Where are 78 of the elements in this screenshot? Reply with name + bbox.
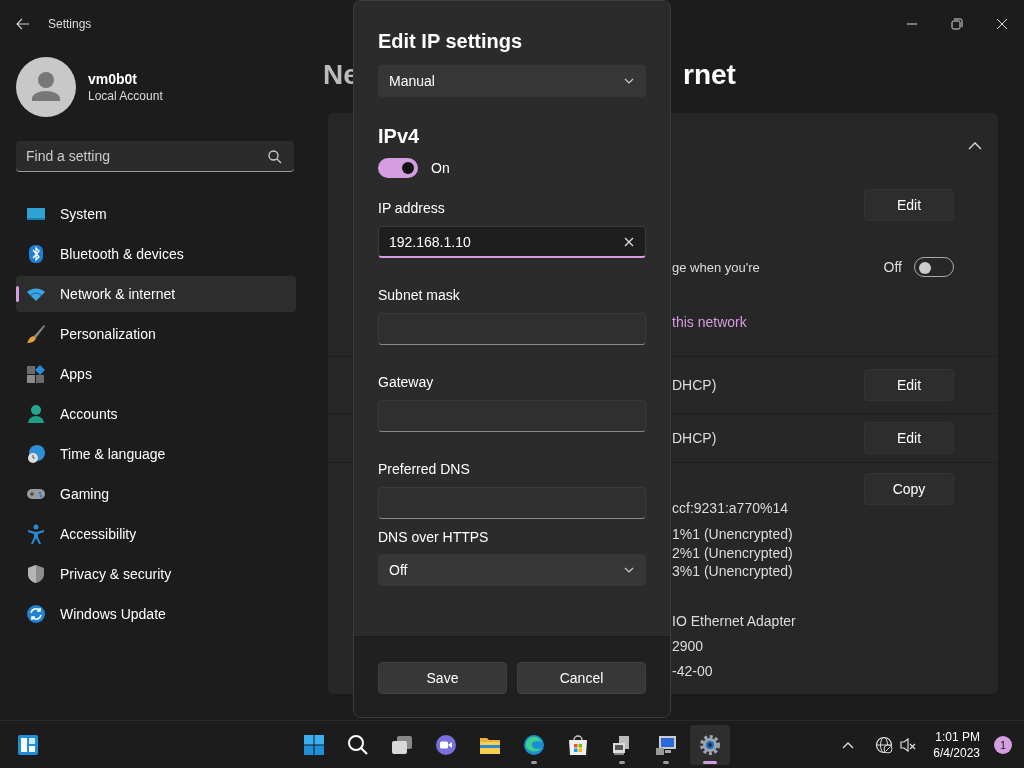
sidebar-item[interactable]: Accessibility <box>16 516 296 552</box>
toggle-switch[interactable] <box>378 158 418 178</box>
video-chat-icon <box>434 732 458 757</box>
detail-text: 1%1 (Unencrypted) <box>672 525 793 544</box>
copy-button[interactable]: Copy <box>864 473 954 505</box>
input-field[interactable] <box>378 313 646 345</box>
account-type: Local Account <box>88 89 163 103</box>
input-field[interactable]: 192.168.1.10 <box>378 226 646 258</box>
toggle-label: On <box>431 160 450 176</box>
edit-button[interactable]: Edit <box>864 189 954 221</box>
clear-icon[interactable] <box>624 237 634 247</box>
mode-dropdown[interactable]: Manual <box>378 65 646 97</box>
edit-button[interactable]: Edit <box>864 422 954 454</box>
paintbrush-icon <box>26 324 46 344</box>
sidebar-item[interactable]: Time & language <box>16 436 296 472</box>
bluetooth-icon <box>26 244 46 264</box>
widgets-icon[interactable] <box>16 733 40 757</box>
speaker-muted-icon[interactable] <box>899 735 918 754</box>
browser-icon <box>522 732 546 757</box>
field-label: IP address <box>378 199 446 218</box>
update-icon <box>26 604 46 624</box>
sidebar-item[interactable]: Accounts <box>16 396 296 432</box>
avatar-icon <box>16 57 76 117</box>
apps-icon <box>26 364 46 384</box>
input-field[interactable] <box>378 400 646 432</box>
chevron-icon <box>624 567 634 573</box>
detail-text: 2%1 (Unencrypted) <box>672 543 793 562</box>
link[interactable]: this network <box>672 314 954 330</box>
detail-text: 2900 <box>672 636 704 656</box>
detail-text: IO Ethernet Adapter <box>672 611 796 631</box>
section-heading: IPv4 <box>378 124 421 149</box>
setting-text: DHCP) <box>672 377 718 393</box>
store-icon <box>566 732 590 757</box>
field-label: Gateway <box>378 373 435 392</box>
field-label: Subnet mask <box>378 286 461 305</box>
sidebar-item[interactable]: Personalization <box>16 316 296 352</box>
search-icon <box>346 732 370 757</box>
chevron-icon <box>624 78 634 84</box>
dialog-title: Edit IP settings <box>378 29 524 54</box>
cancel-button[interactable]: Cancel <box>517 662 646 694</box>
close-icon[interactable] <box>995 18 1008 30</box>
field-label: Preferred DNS <box>378 460 471 479</box>
search-icon[interactable] <box>268 150 282 164</box>
account-name: vm0b0t <box>88 71 139 87</box>
input-field[interactable] <box>378 487 646 519</box>
toggle-label: Off <box>883 259 902 275</box>
gear-icon <box>698 732 722 757</box>
taskbar-button[interactable] <box>690 724 730 765</box>
setting-text: ccf:9231:a770%14 <box>672 500 789 516</box>
page-title: rnet <box>683 58 737 91</box>
person-icon <box>26 404 46 424</box>
sidebar-item[interactable]: Network & internet <box>16 276 296 312</box>
sidebar-item[interactable]: System <box>16 196 296 232</box>
setting-text: DHCP) <box>672 430 718 446</box>
detail-text: -42-00 <box>672 661 713 681</box>
sidebar-item[interactable]: Bluetooth & devices <box>16 236 296 272</box>
sidebar-item[interactable]: Gaming <box>16 476 296 512</box>
accessibility-icon <box>26 524 46 544</box>
sidebar-item[interactable]: Windows Update <box>16 596 296 632</box>
window-title: Settings <box>48 17 93 31</box>
detail-text: 3%1 (Unencrypted) <box>672 562 793 581</box>
dns-dropdown[interactable]: Off <box>378 554 646 586</box>
search-field[interactable]: Find a setting <box>16 141 294 172</box>
globe-clock-icon <box>26 444 46 464</box>
save-button[interactable]: Save <box>378 662 507 694</box>
sidebar-item[interactable]: Privacy & security <box>16 556 296 592</box>
start-icon <box>302 732 326 757</box>
notification-badge[interactable]: 1 <box>994 735 1012 754</box>
shield-icon <box>26 564 46 584</box>
clock[interactable]: 1:01 PM 6/4/2023 <box>933 728 980 761</box>
globe-icon[interactable] <box>875 735 894 754</box>
restore-icon[interactable] <box>950 18 963 30</box>
field-label: DNS over HTTPS <box>378 528 490 547</box>
sidebar-item[interactable]: Apps <box>16 356 296 392</box>
setting-text: ge when you're <box>672 259 761 275</box>
chevron-icon[interactable] <box>968 141 982 150</box>
back-icon[interactable] <box>16 17 30 31</box>
edit-button[interactable]: Edit <box>864 369 954 401</box>
